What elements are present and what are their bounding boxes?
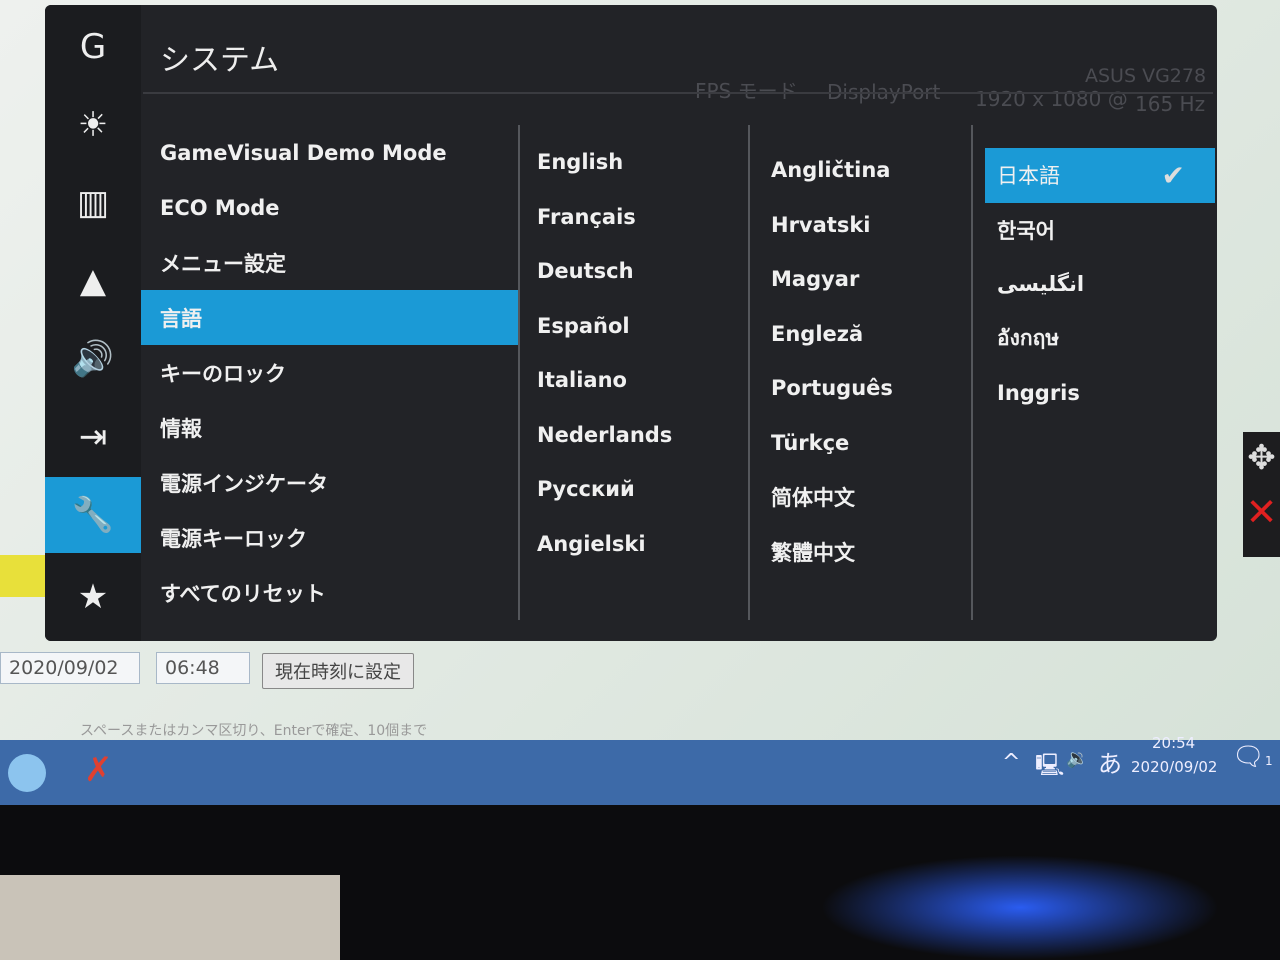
notification-count: 1 xyxy=(1265,754,1273,768)
time-field[interactable]: 06:48 xyxy=(156,652,250,684)
language-option[interactable]: Italiano xyxy=(525,353,745,408)
osd-sidebar: G ☀ ▥ ▲ 🔊 ⇥ 🔧 ★ xyxy=(45,5,141,641)
menu-item[interactable]: メニュー設定 xyxy=(141,235,518,290)
network-icon[interactable]: 🖳 xyxy=(1035,748,1064,786)
favorite-icon[interactable]: ★ xyxy=(45,559,141,635)
language-label: Angielski xyxy=(537,531,646,556)
language-label: 简体中文 xyxy=(771,486,855,511)
language-label: อังกฤษ xyxy=(997,326,1060,351)
language-label: Русский xyxy=(537,477,635,502)
language-label: Español xyxy=(537,313,630,338)
checkmark-icon: ✔ xyxy=(1161,158,1185,192)
language-column-3: 日本語 ✔ 한국어 انگلیسی อังกฤษ Inggris xyxy=(985,148,1215,421)
monitor-bezel xyxy=(0,805,1280,960)
language-option[interactable]: 한국어 xyxy=(985,203,1215,258)
model-name: ASUS VG278 xyxy=(1085,65,1207,87)
language-option[interactable]: Nederlands xyxy=(525,408,745,463)
language-option[interactable]: 简体中文 xyxy=(759,470,969,525)
notification-icon[interactable]: 🗨1 xyxy=(1232,742,1273,772)
language-column-1: English Français Deutsch Español Italiano Ned… xyxy=(525,135,745,571)
language-option[interactable]: Angielski xyxy=(525,517,745,572)
language-option[interactable]: Türkçe xyxy=(759,416,969,471)
clock-date[interactable]: 2020/09/02 xyxy=(1131,758,1217,776)
tag-hint: スペースまたはカンマ区切り、Enterで確定、10個まで xyxy=(80,723,428,739)
language-option[interactable]: Angličtina xyxy=(759,143,969,198)
app-icon-crossed[interactable]: ✗ xyxy=(84,750,113,790)
language-option[interactable]: Español xyxy=(525,299,745,354)
language-option[interactable]: Hrvatski xyxy=(759,198,969,253)
language-option[interactable]: 繁體中文 xyxy=(759,525,969,580)
language-label: 日本語 xyxy=(997,164,1060,189)
language-option[interactable]: Русский xyxy=(525,462,745,517)
monitor-osd: G ☀ ▥ ▲ 🔊 ⇥ 🔧 ★ システム FPS モード DisplayPort ASUS V… xyxy=(45,5,1217,641)
language-label: Deutsch xyxy=(537,259,634,284)
menu-item[interactable]: すべてのリセット xyxy=(141,565,518,620)
menu-item[interactable]: 情報 xyxy=(141,400,518,455)
language-option[interactable]: Português xyxy=(759,361,969,416)
divider xyxy=(518,125,520,620)
set-now-button[interactable]: 現在時刻に設定 xyxy=(262,653,414,689)
chevron-up-icon[interactable]: ^ xyxy=(1002,750,1020,775)
sound-icon[interactable]: 🔊 xyxy=(45,321,141,397)
language-label: Hrvatski xyxy=(771,212,871,237)
language-label: Angličtina xyxy=(771,158,891,183)
menu-item[interactable]: ECO Mode xyxy=(141,180,518,235)
clock-time[interactable]: 20:54 xyxy=(1152,734,1195,752)
color-icon[interactable]: ▥ xyxy=(45,165,141,241)
menu-item[interactable]: 電源キーロック xyxy=(141,510,518,565)
menu-item[interactable]: キーのロック xyxy=(141,345,518,400)
language-label: Italiano xyxy=(537,368,627,393)
system-setup-icon[interactable]: 🔧 xyxy=(45,477,141,553)
language-column-2: Angličtina Hrvatski Magyar Engleză Português… xyxy=(759,143,969,579)
language-label: Nederlands xyxy=(537,422,673,447)
menu-item[interactable]: GameVisual Demo Mode xyxy=(141,125,518,180)
language-label: Français xyxy=(537,204,636,229)
ime-indicator[interactable]: あ xyxy=(1098,744,1122,779)
joystick-icon: ✥ xyxy=(1247,438,1276,478)
image-icon[interactable]: ▲ xyxy=(45,243,141,319)
desk-item xyxy=(0,875,340,960)
language-label: 한국어 xyxy=(997,218,1055,243)
language-option[interactable]: Magyar xyxy=(759,252,969,307)
refresh-rate: 165 Hz xyxy=(1135,92,1206,116)
language-label: Inggris xyxy=(997,381,1080,406)
menu-item[interactable]: 電源インジケータ xyxy=(141,455,518,510)
menu-item[interactable]: 言語 xyxy=(141,290,518,345)
language-label: Português xyxy=(771,376,893,401)
language-label: Magyar xyxy=(771,267,860,292)
language-option[interactable]: อังกฤษ xyxy=(985,312,1215,367)
taskbar: ✗ ^ 🖳 🔉 あ 20:54 2020/09/02 🗨1 xyxy=(0,734,1280,805)
volume-icon[interactable]: 🔉 xyxy=(1066,748,1088,769)
system-menu: GameVisual Demo Mode ECO Mode メニュー設定 言語 キーのロ… xyxy=(141,125,518,620)
osd-nav-hint: ✥ ✕ xyxy=(1243,432,1280,557)
language-option[interactable]: انگلیسی xyxy=(985,257,1215,312)
resolution: 1920 x 1080 @ xyxy=(975,87,1128,111)
language-option[interactable]: Deutsch xyxy=(525,244,745,299)
desk-light xyxy=(820,855,1220,960)
language-option[interactable]: Français xyxy=(525,190,745,245)
language-label: انگلیسی xyxy=(997,272,1085,297)
date-field[interactable]: 2020/09/02 xyxy=(0,652,140,684)
gamevisual-icon[interactable]: G xyxy=(45,9,141,85)
language-label: 繁體中文 xyxy=(771,540,855,565)
close-icon: ✕ xyxy=(1245,490,1278,534)
mode-indicator: FPS モード xyxy=(695,79,798,103)
language-option[interactable]: Inggris xyxy=(985,366,1215,421)
language-label: English xyxy=(537,150,624,175)
input-select-icon[interactable]: ⇥ xyxy=(45,399,141,475)
brightness-icon[interactable]: ☀ xyxy=(45,87,141,163)
language-option[interactable]: 日本語 ✔ xyxy=(985,148,1215,203)
language-option[interactable]: English xyxy=(525,135,745,190)
header-divider xyxy=(143,92,1213,94)
divider xyxy=(748,125,750,620)
language-label: Türkçe xyxy=(771,430,850,455)
app-icon[interactable] xyxy=(8,754,46,792)
page-title: システム xyxy=(160,43,280,78)
divider xyxy=(971,125,973,620)
language-option[interactable]: Engleză xyxy=(759,307,969,362)
language-label: Engleză xyxy=(771,321,864,346)
